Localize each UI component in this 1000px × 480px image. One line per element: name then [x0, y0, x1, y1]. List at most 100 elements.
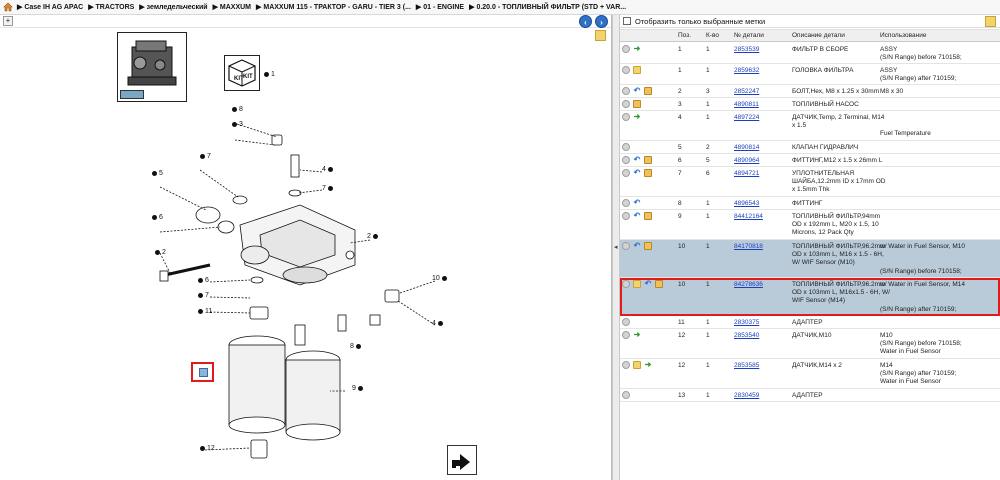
breadcrumb-item[interactable]: ▶ Case IH AG APAC — [17, 4, 83, 11]
undo-icon[interactable]: ↶ — [633, 199, 641, 207]
table-row[interactable]: 3 1 4890811 ТОПЛИВНЫЙ НАСОС — [620, 98, 1000, 111]
collapse-icon[interactable]: ◂ — [614, 243, 619, 252]
undo-icon[interactable]: ↶ — [633, 242, 641, 250]
circle-icon[interactable] — [622, 169, 630, 177]
circle-icon[interactable] — [622, 100, 630, 108]
part-number-link[interactable]: 2853540 — [734, 332, 759, 340]
part-number-link[interactable]: 4890964 — [734, 157, 759, 165]
table-row[interactable]: 1 1 2859632 ГОЛОВКА ФИЛЬТРА ASSY (S/N Range) … — [620, 64, 1000, 85]
callout[interactable]: 6 — [196, 277, 209, 284]
part-number-link[interactable]: 2852247 — [734, 88, 759, 96]
part-number-link[interactable]: 4894721 — [734, 170, 759, 178]
circle-icon[interactable] — [622, 156, 630, 164]
circle-icon[interactable] — [622, 212, 630, 220]
callout[interactable]: 5 — [150, 170, 163, 177]
col-description[interactable]: Описание детали — [792, 32, 845, 39]
next-page-button[interactable]: › — [595, 15, 608, 28]
callout[interactable]: 7 — [198, 153, 211, 160]
callout[interactable]: 6 — [150, 214, 163, 221]
arrow-icon[interactable]: ➜ — [633, 45, 641, 53]
arrow-icon[interactable]: ➜ — [644, 361, 652, 369]
circle-icon[interactable] — [622, 66, 630, 74]
table-row[interactable]: ➜ 12 1 2853540 ДАТЧИК,M10 M10 (S/N Range) befo… — [620, 329, 1000, 359]
part-number-link[interactable]: 2859632 — [734, 67, 759, 75]
note-icon[interactable] — [633, 361, 641, 369]
table-row[interactable]: ↶ 7 6 4894721 УПЛОТНИТЕЛЬНАЯ ШАЙБА,12.2mm ID … — [620, 167, 1000, 197]
note-icon[interactable] — [595, 30, 606, 41]
circle-icon[interactable] — [622, 318, 630, 326]
circle-icon[interactable] — [622, 280, 630, 288]
prev-page-button[interactable]: ‹ — [579, 15, 592, 28]
part-number-link[interactable]: 4890814 — [734, 144, 759, 152]
undo-icon[interactable]: ↶ — [633, 169, 641, 177]
callout[interactable]: 11 — [196, 308, 212, 315]
breadcrumb-item[interactable]: ▶ 0.20.0 - ТОПЛИВНЫЙ ФИЛЬТР (STD + VAR..… — [469, 4, 626, 11]
callout[interactable]: 8 — [230, 106, 243, 113]
callout[interactable]: 9 — [352, 385, 365, 392]
part-number-link[interactable]: 2853539 — [734, 46, 759, 54]
callout[interactable]: 7 — [322, 185, 335, 192]
part-number-link[interactable]: 2830459 — [734, 392, 759, 400]
box-icon[interactable] — [644, 169, 652, 177]
part-number-link[interactable]: 84170818 — [734, 243, 763, 251]
box-icon[interactable] — [644, 242, 652, 250]
arrow-icon[interactable]: ➜ — [633, 331, 641, 339]
table-row[interactable]: 13 1 2830459 АДАПТЕР — [620, 389, 1000, 402]
box-icon[interactable] — [655, 280, 663, 288]
note-icon[interactable] — [985, 16, 996, 27]
col-pos[interactable]: Поз. — [678, 32, 691, 39]
table-row[interactable]: ↶ 6 5 4890964 ФИТТИНГ,M12 x 1.5 x 26mm L — [620, 154, 1000, 167]
expand-icon[interactable]: + — [3, 16, 13, 26]
circle-icon[interactable] — [622, 361, 630, 369]
breadcrumb-item[interactable]: ▶ MAXXUM — [213, 4, 251, 11]
circle-icon[interactable] — [622, 242, 630, 250]
note-icon[interactable] — [633, 280, 641, 288]
selected-only-checkbox[interactable] — [623, 17, 631, 25]
box-icon[interactable] — [633, 100, 641, 108]
circle-icon[interactable] — [622, 87, 630, 95]
callout[interactable]: 2 — [153, 249, 166, 256]
col-usage[interactable]: Использование — [880, 32, 926, 39]
breadcrumb-item[interactable]: ▶ 01 - ENGINE — [416, 4, 464, 11]
part-number-link[interactable]: 4897224 — [734, 114, 759, 122]
table-row[interactable]: ↶ 10 1 84170818 ТОПЛИВНЫЙ ФИЛЬТР,96.2mm OD x … — [620, 240, 1000, 278]
part-number-link[interactable]: 2830375 — [734, 319, 759, 327]
undo-icon[interactable]: ↶ — [633, 212, 641, 220]
part-number-link[interactable]: 84412164 — [734, 213, 763, 221]
home-icon[interactable] — [3, 2, 13, 12]
circle-icon[interactable] — [622, 143, 630, 151]
circle-icon[interactable] — [622, 113, 630, 121]
table-row[interactable]: ➜ 1 1 2853539 ФИЛЬТР В СБОРЕ ASSY (S/N Range) … — [620, 43, 1000, 64]
part-number-link[interactable]: 84278636 — [734, 281, 763, 289]
part-number-link[interactable]: 2853585 — [734, 362, 759, 370]
part-number-link[interactable]: 4890811 — [734, 101, 759, 109]
col-part-number[interactable]: № детали — [734, 32, 764, 39]
navigate-up-button[interactable] — [447, 445, 477, 475]
table-row[interactable]: ↶ 8 1 4896543 ФИТТИНГ — [620, 197, 1000, 210]
callout[interactable]: 3 — [230, 121, 243, 128]
table-row[interactable]: ↶ 9 1 84412164 ТОПЛИВНЫЙ ФИЛЬТР,94mm OD x 192… — [620, 210, 1000, 240]
table-row[interactable]: ↶ 10 1 84278636 ТОПЛИВНЫЙ ФИЛЬТР,96.2mm OD x … — [620, 278, 1000, 316]
part-number-link[interactable]: 4896543 — [734, 200, 759, 208]
box-icon[interactable] — [644, 87, 652, 95]
callout[interactable]: 4 — [432, 320, 445, 327]
undo-icon[interactable]: ↶ — [633, 87, 641, 95]
table-row[interactable]: ➜ 4 1 4897224 ДАТЧИК,Temp, 2 Terminal, M14 x … — [620, 111, 1000, 141]
circle-icon[interactable] — [622, 391, 630, 399]
box-icon[interactable] — [644, 156, 652, 164]
callout[interactable]: 10 — [432, 275, 449, 282]
callout[interactable]: 4 — [322, 166, 335, 173]
callout[interactable]: 8 — [350, 343, 363, 350]
callout[interactable]: 12 — [198, 445, 215, 452]
breadcrumb-item[interactable]: ▶ земледельческий — [139, 4, 207, 11]
col-qty[interactable]: К-во — [706, 32, 719, 39]
table-row[interactable]: 5 2 4890814 КЛАПАН ГИДРАВЛИЧ — [620, 141, 1000, 154]
callout[interactable]: 2 — [367, 233, 380, 240]
circle-icon[interactable] — [622, 199, 630, 207]
table-row[interactable]: ➜ 12 1 2853585 ДАТЧИК,M14 x 2 M14 (S/N Range) … — [620, 359, 1000, 389]
undo-icon[interactable]: ↶ — [633, 156, 641, 164]
undo-icon[interactable]: ↶ — [644, 280, 652, 288]
callout[interactable]: 7 — [196, 292, 209, 299]
circle-icon[interactable] — [622, 45, 630, 53]
circle-icon[interactable] — [622, 331, 630, 339]
